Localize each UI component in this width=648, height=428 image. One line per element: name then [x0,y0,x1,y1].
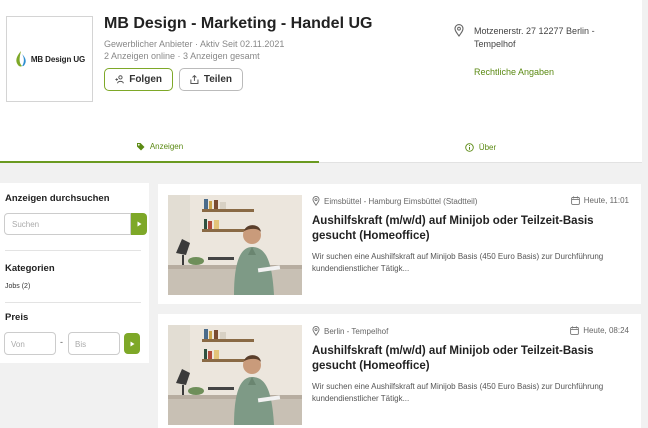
listing-date-text: Heute, 08:24 [583,326,629,335]
listing-date: Heute, 08:24 [570,326,629,335]
follow-label: Folgen [129,74,162,85]
listing-card[interactable]: Eimsbüttel - Hamburg Eimsbüttel (Stadtte… [158,184,641,304]
tab-about-label: Über [478,142,497,152]
search-heading: Anzeigen durchsuchen [5,193,110,204]
category-item-jobs[interactable]: Jobs (2) [5,283,30,290]
price-heading: Preis [5,312,29,323]
listing-date: Heute, 11:01 [570,196,629,205]
legal-info-link[interactable]: Rechtliche Angaben [474,67,554,77]
listing-location: Berlin - Tempelhof [312,326,388,336]
listing-description: Wir suchen eine Aushilfskraft auf Minijo… [312,382,604,403]
categories-heading: Kategorien [5,263,55,274]
arrow-right-icon [130,341,134,346]
divider [5,250,141,251]
price-to-input[interactable]: Bis [68,332,120,355]
listing-title[interactable]: Aushilfskraft (m/w/d) auf Minijob oder T… [312,344,632,374]
search-submit-button[interactable] [131,213,147,235]
location-pin-icon [312,196,320,206]
shop-name: MB Design - Marketing - Handel UG [104,15,373,32]
tag-icon [136,142,145,150]
location-pin-icon [454,24,464,37]
listing-card[interactable]: Berlin - Tempelhof Heute, 08:24 Aushilfs… [158,314,641,428]
price-submit-button[interactable] [124,333,140,354]
listing-location-text: Eimsbüttel - Hamburg Eimsbüttel (Stadtte… [324,196,478,206]
price-from-input[interactable]: Von [4,332,56,355]
price-separator: - [60,337,63,347]
listing-title[interactable]: Aushilfskraft (m/w/d) auf Minijob oder T… [312,214,632,244]
calendar-icon [570,196,580,205]
listing-image [168,325,302,425]
leaf-logo-icon [16,51,26,67]
filter-sidebar: Anzeigen durchsuchen Suchen Kategorien J… [0,183,149,363]
shop-logo: MB Design UG [6,16,93,102]
listing-image [168,195,302,295]
listing-location-text: Berlin - Tempelhof [324,326,389,336]
shop-header: MB Design UG MB Design - Marketing - Han… [0,0,642,163]
location-pin-icon [312,326,320,336]
follow-button[interactable]: Folgen [104,68,173,91]
share-icon [190,74,199,84]
arrow-right-icon [137,221,141,227]
shop-address: Motzenerstr. 27 12277 Berlin - Tempelhof [474,26,595,49]
follow-person-icon [115,75,124,84]
listing-location: Eimsbüttel - Hamburg Eimsbüttel (Stadtte… [312,196,477,206]
search-input[interactable]: Suchen [4,213,131,235]
listing-description: Wir suchen eine Aushilfskraft auf Minijo… [312,252,604,273]
share-label: Teilen [203,74,232,85]
shop-meta-activity: Gewerblicher Anbieter · Aktiv Seit 02.11… [104,39,285,49]
shop-meta-ad-counts: 2 Anzeigen online · 3 Anzeigen gesamt [104,51,260,61]
info-icon [465,142,474,152]
logo-text: MB Design UG [30,54,86,64]
tab-about[interactable]: Über [319,131,642,163]
listing-date-text: Heute, 11:01 [583,196,629,205]
divider [5,302,141,303]
shop-tabs: Anzeigen Über [0,131,642,163]
tab-ads-label: Anzeigen [149,141,184,151]
tab-ads[interactable]: Anzeigen [0,131,319,163]
calendar-icon [570,326,580,335]
share-button[interactable]: Teilen [179,68,243,91]
